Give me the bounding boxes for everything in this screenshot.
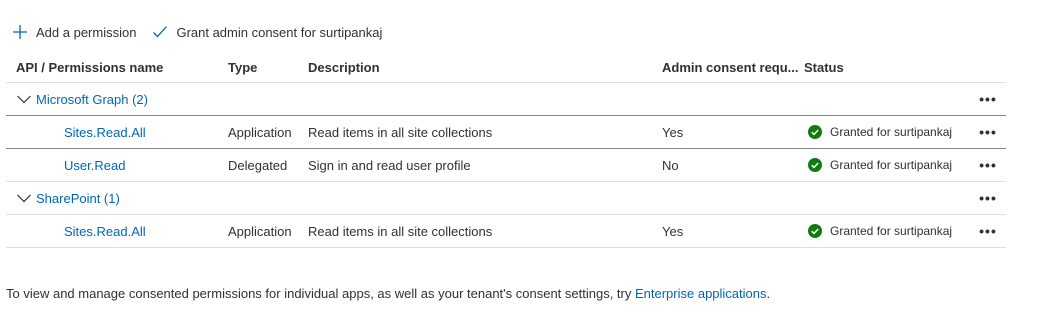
permission-name-link[interactable]: User.Read <box>16 158 125 173</box>
column-header-name[interactable]: API / Permissions name <box>16 52 216 82</box>
status-text: Granted for surtipankaj <box>830 125 953 139</box>
permission-description: Read items in all site collections <box>308 124 493 140</box>
table-row: User.Read Delegated Sign in and read use… <box>6 149 1006 182</box>
permission-type: Delegated <box>228 157 288 173</box>
permission-description: Sign in and read user profile <box>308 157 471 173</box>
admin-consent-required: No <box>662 157 679 173</box>
checkmark-icon <box>153 26 168 38</box>
chevron-down-icon <box>17 194 31 203</box>
status-badge: Granted for surtipankaj <box>804 158 952 172</box>
more-actions-icon[interactable]: ••• <box>979 125 997 139</box>
group-label[interactable]: SharePoint (1) <box>36 191 120 206</box>
permissions-table: API / Permissions name Type Description … <box>6 52 1006 248</box>
group-toggle-microsoft-graph[interactable]: Microsoft Graph (2) <box>16 92 148 107</box>
check-circle-icon <box>808 125 822 139</box>
chevron-down-icon <box>17 95 31 104</box>
admin-consent-required: Yes <box>662 124 684 140</box>
group-row-microsoft-graph: Microsoft Graph (2) ••• <box>6 83 1006 116</box>
status-badge: Granted for surtipankaj <box>804 125 952 139</box>
permission-type: Application <box>228 223 292 239</box>
footer-text: To view and manage consented permissions… <box>6 286 635 301</box>
column-header-description[interactable]: Description <box>308 52 658 82</box>
column-header-status[interactable]: Status <box>804 52 964 82</box>
group-row-sharepoint: SharePoint (1) ••• <box>6 182 1006 215</box>
enterprise-applications-link[interactable]: Enterprise applications <box>635 286 767 301</box>
plus-icon <box>13 25 27 39</box>
group-toggle-sharepoint[interactable]: SharePoint (1) <box>16 191 120 206</box>
add-permission-button[interactable]: Add a permission <box>12 24 136 40</box>
column-header-admin-consent[interactable]: Admin consent requ... <box>662 52 798 82</box>
table-row: Sites.Read.All Application Read items in… <box>6 215 1006 248</box>
footer-note: To view and manage consented permissions… <box>6 286 770 301</box>
status-text: Granted for surtipankaj <box>830 224 953 238</box>
status-badge: Granted for surtipankaj <box>804 224 952 238</box>
check-circle-icon <box>808 158 822 172</box>
permission-description: Read items in all site collections <box>308 223 493 239</box>
table-row: Sites.Read.All Application Read items in… <box>6 116 1006 149</box>
status-text: Granted for surtipankaj <box>830 158 953 172</box>
more-actions-icon[interactable]: ••• <box>979 224 997 238</box>
table-header: API / Permissions name Type Description … <box>6 52 1006 83</box>
permission-type: Application <box>228 124 292 140</box>
more-actions-icon[interactable]: ••• <box>979 191 997 205</box>
permission-name-link[interactable]: Sites.Read.All <box>16 224 146 239</box>
footer-end: . <box>766 286 771 301</box>
grant-admin-consent-label: Grant admin consent for surtipankaj <box>176 24 383 40</box>
more-actions-icon[interactable]: ••• <box>979 158 997 172</box>
group-label[interactable]: Microsoft Graph (2) <box>36 92 148 107</box>
column-header-type[interactable]: Type <box>228 52 303 82</box>
more-actions-icon[interactable]: ••• <box>979 92 997 106</box>
add-permission-label: Add a permission <box>36 24 137 40</box>
grant-admin-consent-button[interactable]: Grant admin consent for surtipankaj <box>152 24 382 40</box>
check-circle-icon <box>808 224 822 238</box>
permission-name-link[interactable]: Sites.Read.All <box>16 125 146 140</box>
command-bar: Add a permission Grant admin consent for… <box>12 20 398 44</box>
admin-consent-required: Yes <box>662 223 684 239</box>
